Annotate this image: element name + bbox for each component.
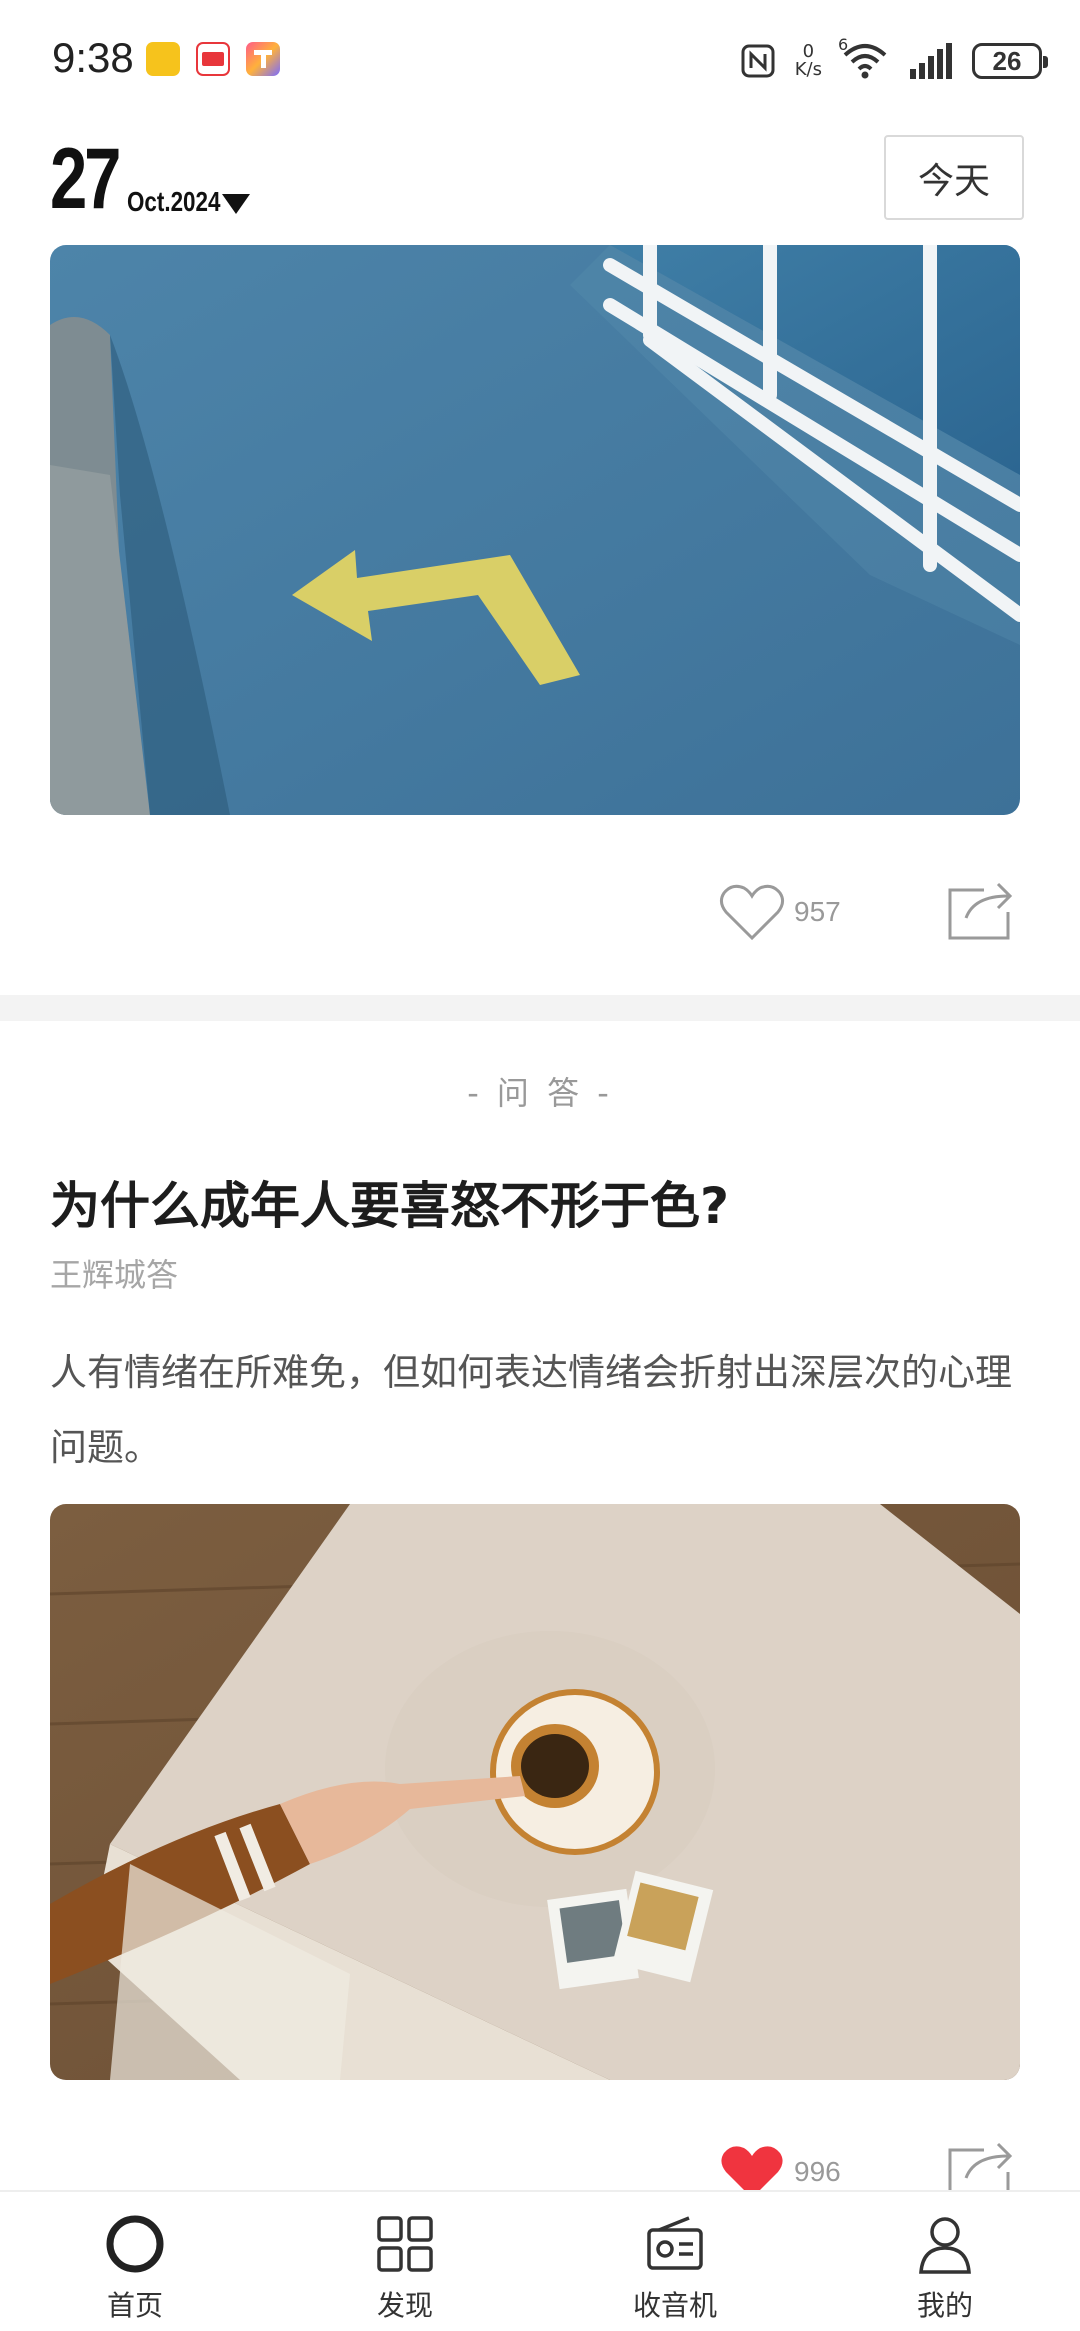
share-icon[interactable]	[944, 878, 1016, 942]
home-circle-icon	[106, 2215, 164, 2273]
status-bar: 9:38 0 K/s 6 26	[0, 0, 1080, 120]
today-button[interactable]: 今天	[884, 135, 1024, 220]
nav-label: 我的	[916, 2289, 973, 2322]
wifi-indicator: 6	[838, 35, 888, 81]
hand-holding-coffee-cup-photo[interactable]	[50, 1504, 1020, 2080]
heart-outline-icon[interactable]	[718, 882, 786, 944]
section-divider	[0, 995, 1080, 1021]
nfc-icon	[741, 44, 775, 78]
app-notification-icon-gradient	[246, 42, 280, 76]
like-count: 957	[794, 896, 841, 927]
status-time: 9:38	[52, 34, 134, 81]
blue-pier-with-yellow-arrow-photo[interactable]	[50, 245, 1020, 815]
nav-label: 首页	[106, 2289, 163, 2322]
nav-item-profile[interactable]: 我的	[810, 2192, 1080, 2331]
nav-label: 收音机	[632, 2289, 717, 2322]
bottom-nav: 首页 发现 收音机 我的	[0, 2190, 1080, 2331]
nav-label: 发现	[376, 2289, 433, 2322]
date-month-year[interactable]: Oct.2024	[127, 186, 220, 218]
app-notification-icon-red	[196, 42, 230, 76]
nav-item-radio[interactable]: 收音机	[540, 2192, 810, 2331]
like-count: 996	[794, 2156, 841, 2187]
date-day[interactable]: 27	[50, 130, 121, 229]
article-author: 王辉城答	[50, 1256, 179, 1294]
status-indicators: 0 K/s 6 26	[741, 35, 1048, 86]
battery-level: 26	[992, 45, 1022, 76]
radio-icon	[647, 2216, 703, 2270]
chevron-down-icon[interactable]	[222, 194, 250, 214]
date-header: 27 Oct.2024 今天	[0, 120, 1080, 245]
person-icon	[919, 2217, 971, 2274]
network-speed: 0 K/s	[795, 43, 822, 79]
wifi-generation-label: 6	[838, 35, 849, 54]
network-speed-unit: K/s	[794, 59, 822, 80]
nav-item-discover[interactable]: 发现	[270, 2192, 540, 2331]
nav-item-home[interactable]: 首页	[0, 2192, 270, 2331]
wifi-icon	[843, 44, 887, 79]
article-title[interactable]: 为什么成年人要喜怒不形于色?	[50, 1166, 729, 1238]
category-label: - 问 答 -	[467, 1074, 613, 1112]
article-excerpt[interactable]: 人有情绪在所难免，但如何表达情绪会折射出深层次的心理问题。	[50, 1335, 1035, 1485]
battery-icon: 26	[972, 43, 1048, 79]
grid-icon	[377, 2216, 433, 2272]
app-notification-icon-yellow	[146, 42, 180, 76]
card-actions: 957	[0, 870, 1080, 960]
cell-signal-icon	[910, 43, 952, 79]
